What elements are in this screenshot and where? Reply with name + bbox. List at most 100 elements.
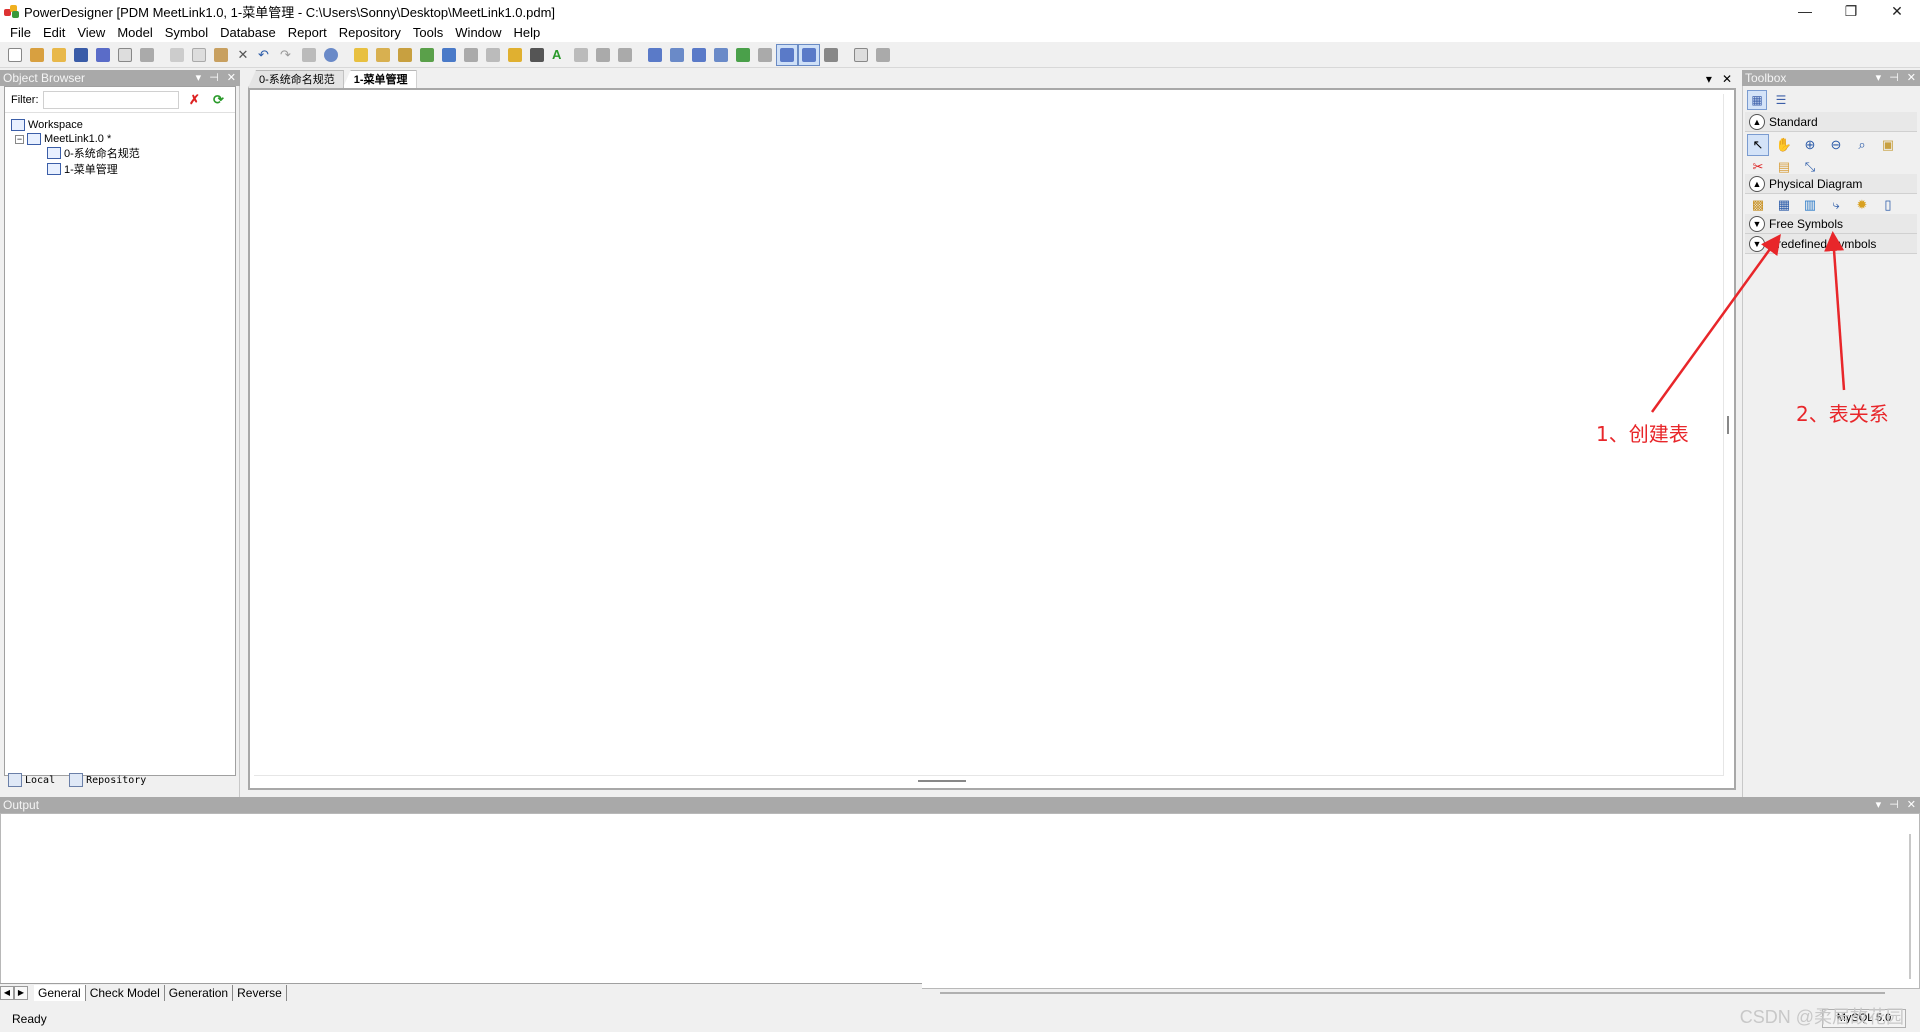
output-text-area[interactable] <box>0 813 1920 989</box>
open-icon[interactable] <box>48 44 70 66</box>
menu-view[interactable]: View <box>71 25 111 40</box>
new-icon[interactable] <box>4 44 26 66</box>
view-icon-5[interactable] <box>732 44 754 66</box>
generate-icon[interactable] <box>416 44 438 66</box>
dropdown-icon[interactable]: ▾ <box>1876 797 1882 813</box>
menu-file[interactable]: File <box>4 25 37 40</box>
package-icon[interactable] <box>372 44 394 66</box>
view-icon-3[interactable] <box>688 44 710 66</box>
merge-icon[interactable] <box>482 44 504 66</box>
properties-tool-icon[interactable]: ▣ <box>1877 134 1899 156</box>
tab-diagram-menu[interactable]: 1-菜单管理 <box>342 70 417 88</box>
reference-tool-icon[interactable]: ⤷ <box>1825 194 1847 216</box>
tab-scroll-right-icon[interactable]: ▶ <box>14 985 28 1000</box>
cut-icon[interactable] <box>166 44 188 66</box>
delete-icon[interactable]: ✕ <box>232 44 254 66</box>
result-list-icon[interactable] <box>820 44 842 66</box>
close-button[interactable]: ✕ <box>1874 0 1920 22</box>
text-color-icon[interactable]: A <box>548 44 570 66</box>
group-physical-diagram[interactable]: ▲ Physical Diagram <box>1745 174 1917 194</box>
menu-model[interactable]: Model <box>111 25 158 40</box>
tab-reverse[interactable]: Reverse <box>233 984 287 1001</box>
zoom-out-icon[interactable]: ⊖ <box>1825 134 1847 156</box>
horizontal-scroll-handle[interactable] <box>918 780 966 782</box>
pin-icon[interactable]: ⊣ <box>1889 797 1899 813</box>
menu-report[interactable]: Report <box>282 25 333 40</box>
zoom-in-icon[interactable]: ⊕ <box>1799 134 1821 156</box>
menu-edit[interactable]: Edit <box>37 25 71 40</box>
menu-repository[interactable]: Repository <box>333 25 407 40</box>
menu-window[interactable]: Window <box>449 25 507 40</box>
forward-icon[interactable] <box>614 44 636 66</box>
file-tool-icon[interactable]: ▯ <box>1877 194 1899 216</box>
view-icon-4[interactable] <box>710 44 732 66</box>
tab-diagram-naming[interactable]: 0-系统命名规范 <box>248 70 344 88</box>
collapse-icon[interactable]: − <box>15 134 24 144</box>
list-view-icon[interactable]: ☰ <box>1771 90 1791 110</box>
print-icon[interactable] <box>136 44 158 66</box>
diagram-canvas[interactable] <box>248 88 1736 790</box>
group-standard[interactable]: ▲ Standard <box>1745 112 1917 132</box>
tab-local[interactable]: Local <box>4 773 59 787</box>
repository-icon[interactable] <box>320 44 342 66</box>
menu-database[interactable]: Database <box>214 25 282 40</box>
object-browser-toggle-icon[interactable] <box>776 43 798 66</box>
refresh-icon[interactable]: ⟳ <box>211 92 227 108</box>
pointer-tool-icon[interactable]: ↖ <box>1747 134 1769 156</box>
tab-repository[interactable]: Repository <box>65 773 150 787</box>
diagram-icon[interactable] <box>394 44 416 66</box>
vertical-scroll-handle[interactable] <box>1727 416 1729 434</box>
new-project-icon[interactable] <box>26 44 48 66</box>
model-icon[interactable] <box>350 44 372 66</box>
check-model-icon[interactable] <box>438 44 460 66</box>
view-icon-1[interactable] <box>644 44 666 66</box>
print-diagram-icon[interactable] <box>872 44 894 66</box>
pin-icon[interactable]: ⊣ <box>209 70 219 86</box>
undo-icon[interactable]: ↶ <box>254 44 276 66</box>
restore-button[interactable]: ❐ <box>1828 0 1874 22</box>
print-preview-icon[interactable] <box>114 44 136 66</box>
back-icon[interactable] <box>592 44 614 66</box>
copy-icon[interactable] <box>188 44 210 66</box>
procedure-tool-icon[interactable]: ✹ <box>1851 194 1873 216</box>
save-icon[interactable] <box>70 44 92 66</box>
view-icon-2[interactable] <box>666 44 688 66</box>
group-predefined-symbols[interactable]: ▼ Predefined Symbols <box>1745 234 1917 254</box>
output-vertical-scrollbar[interactable] <box>1909 834 1911 979</box>
package-tool-icon[interactable]: ▩ <box>1747 194 1769 216</box>
view-tool-icon[interactable]: ▥ <box>1799 194 1821 216</box>
filter-input[interactable] <box>42 90 179 109</box>
icon-view-icon[interactable]: ▦ <box>1747 90 1767 110</box>
table-tool-icon[interactable]: ▦ <box>1773 194 1795 216</box>
panel-close-icon[interactable]: ✕ <box>1907 70 1916 86</box>
diagram-workspace[interactable] <box>254 94 1724 776</box>
view-icon-6[interactable] <box>754 44 776 66</box>
document-close-icon[interactable]: ✕ <box>1722 72 1732 86</box>
window-list-icon[interactable]: ▾ <box>1706 72 1712 86</box>
output-horizontal-scrollbar[interactable] <box>940 992 1885 994</box>
redo-icon[interactable]: ↷ <box>276 44 298 66</box>
panel-close-icon[interactable]: ✕ <box>1907 797 1916 813</box>
tree-item-diagram[interactable]: 1-菜单管理 <box>47 161 118 177</box>
zoom-page-icon[interactable] <box>850 44 872 66</box>
align-icon[interactable] <box>570 44 592 66</box>
tab-generation[interactable]: Generation <box>165 984 234 1001</box>
paste-icon[interactable] <box>210 44 232 66</box>
dropdown-icon[interactable]: ▾ <box>196 70 202 86</box>
minimize-button[interactable]: — <box>1782 0 1828 22</box>
tab-general[interactable]: General <box>34 984 86 1001</box>
tree-item-diagram[interactable]: 0-系统命名规范 <box>47 145 140 161</box>
grabber-tool-icon[interactable]: ✋ <box>1773 134 1795 156</box>
clear-filter-icon[interactable]: ✗ <box>187 92 203 108</box>
save-all-icon[interactable] <box>92 44 114 66</box>
properties-icon[interactable] <box>298 44 320 66</box>
menu-tools[interactable]: Tools <box>407 25 449 40</box>
menu-help[interactable]: Help <box>508 25 547 40</box>
format-icon[interactable] <box>526 44 548 66</box>
pen-icon[interactable] <box>504 44 526 66</box>
tab-scroll-left-icon[interactable]: ◀ <box>0 985 14 1000</box>
pin-icon[interactable]: ⊣ <box>1889 70 1899 86</box>
dropdown-icon[interactable]: ▾ <box>1876 70 1882 86</box>
tab-check-model[interactable]: Check Model <box>86 984 165 1001</box>
menu-symbol[interactable]: Symbol <box>159 25 214 40</box>
